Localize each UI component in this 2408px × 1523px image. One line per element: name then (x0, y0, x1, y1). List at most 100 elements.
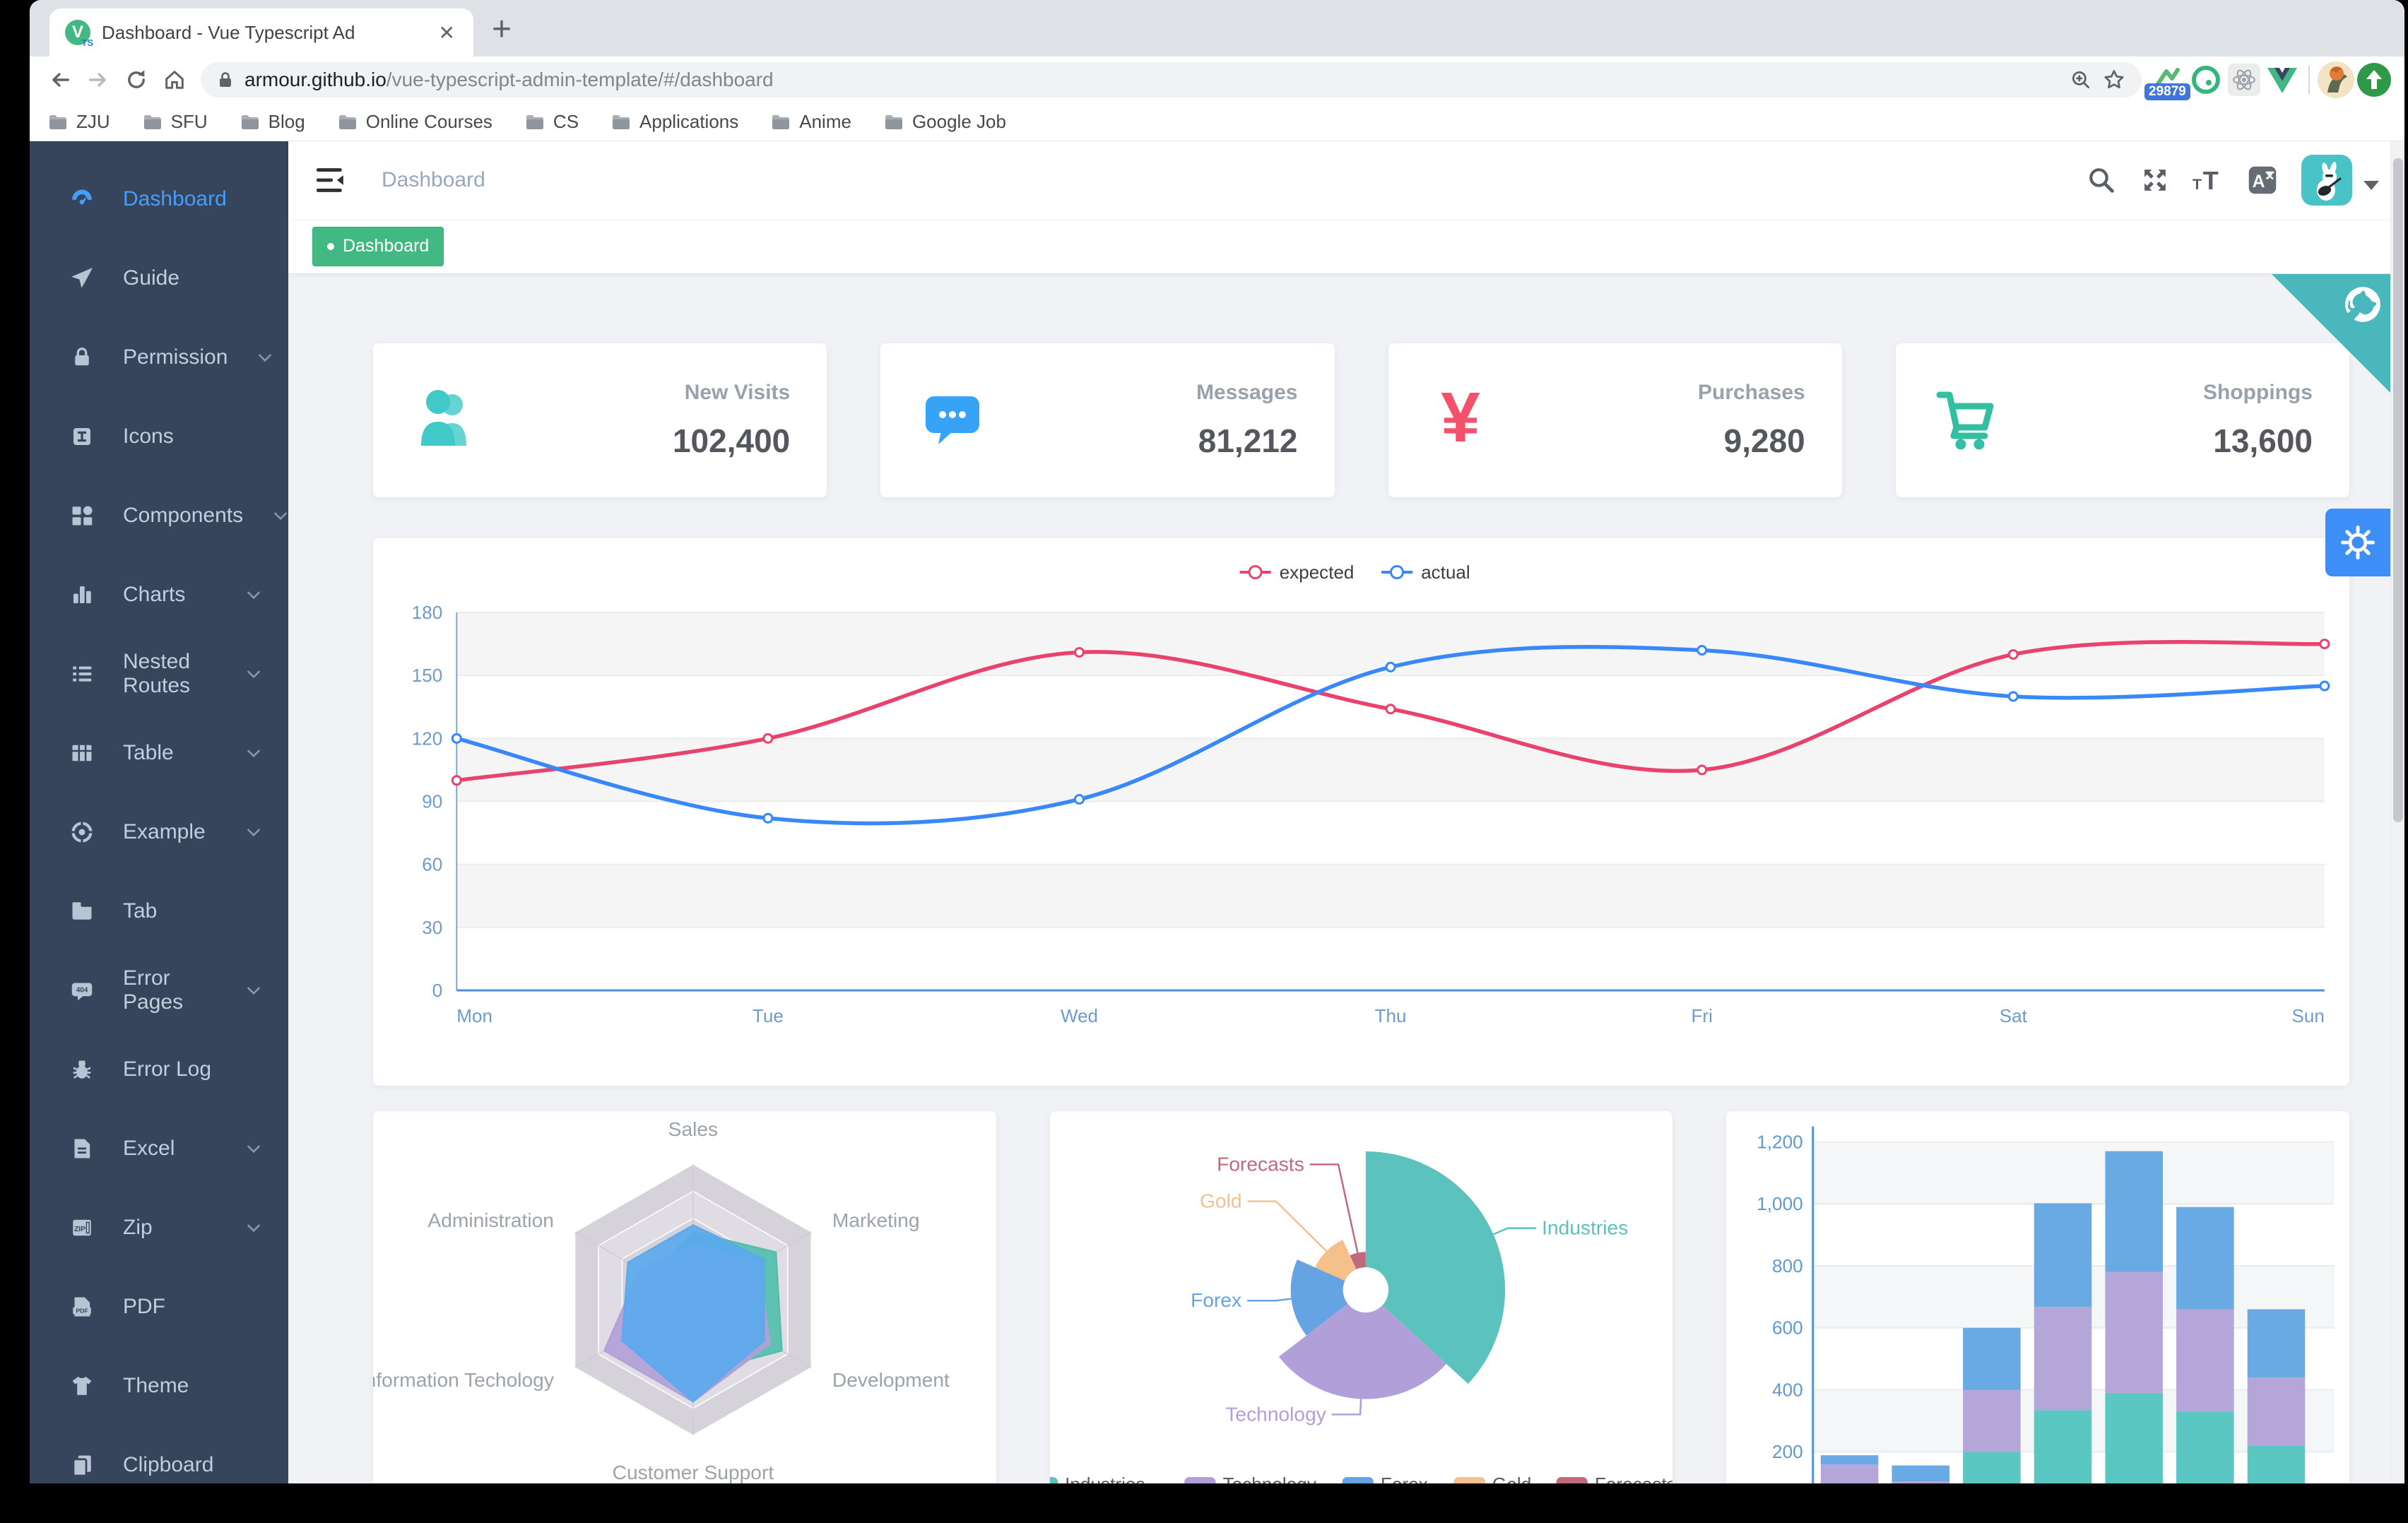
sidebar-item-example[interactable]: Example (30, 793, 288, 872)
sidebar-item-permission[interactable]: Permission (30, 318, 288, 397)
sidebar-item-pdf[interactable]: PDF PDF (30, 1267, 288, 1346)
bookmark-cs[interactable]: CS (525, 111, 579, 133)
sidebar-item-zip[interactable]: ZIP Zip (30, 1188, 288, 1267)
tab-close-icon[interactable]: ✕ (436, 21, 458, 45)
url-text: armour.github.io/vue-typescript-admin-te… (244, 69, 774, 90)
text-size-icon[interactable]: TT (2187, 158, 2231, 202)
sidebar-item-components[interactable]: Components (30, 476, 288, 555)
bookmark-zju[interactable]: ZJU (48, 111, 110, 133)
svg-text:Sales: Sales (668, 1118, 718, 1140)
zoom-icon[interactable] (2070, 69, 2092, 91)
sidebar-item-tab[interactable]: Tab (30, 872, 288, 951)
bookmark-google-job[interactable]: Google Job (884, 111, 1006, 133)
folder-icon (241, 114, 259, 129)
radar-chart[interactable]: Sales Administration Information Techology… (373, 1111, 996, 1483)
bar-segment (1891, 1465, 1950, 1482)
active-dot-icon (327, 242, 334, 250)
chevron-down-icon (244, 1139, 263, 1158)
money-icon: ¥ (1425, 378, 1496, 458)
legend-item-expected: expected (1239, 562, 1354, 583)
svg-text:90: 90 (422, 791, 442, 812)
sidebar-item-excel[interactable]: Excel (30, 1109, 288, 1188)
forward-button[interactable] (79, 61, 117, 99)
bar-chart[interactable]: 200 400 600 800 1,000 1,200 (1726, 1111, 2349, 1483)
url-bar[interactable]: armour.github.io/vue-typescript-admin-te… (201, 62, 2142, 97)
bookmark-anime[interactable]: Anime (771, 111, 851, 133)
gear-icon (2341, 526, 2375, 559)
svg-text:Industries: Industries (1065, 1474, 1145, 1483)
breadcrumb[interactable]: Dashboard (382, 168, 485, 192)
settings-button[interactable] (2325, 509, 2390, 576)
theme-icon (69, 1373, 95, 1399)
bar-segment (2105, 1392, 2164, 1483)
browser-tab[interactable]: V TS Dashboard - Vue Typescript Ad ✕ (49, 8, 473, 57)
browser-update-button[interactable] (2355, 61, 2393, 99)
extension-green-icon[interactable] (2187, 61, 2225, 99)
tab-title: Dashboard - Vue Typescript Ad (102, 21, 355, 43)
bookmark-online-courses[interactable]: Online Courses (338, 111, 492, 133)
extension-mail-icon[interactable]: 29879 (2144, 61, 2190, 100)
tag-dashboard[interactable]: Dashboard (312, 226, 444, 266)
extension-react-icon[interactable] (2225, 61, 2263, 99)
bookmark-sfu[interactable]: SFU (143, 111, 208, 133)
refresh-button[interactable] (117, 61, 155, 99)
bar-segment (1963, 1389, 2022, 1452)
svg-text:actual: actual (1421, 562, 1470, 583)
stat-card-purchases[interactable]: ¥ Purchases 9,280 (1388, 343, 1842, 497)
charts-icon (69, 582, 95, 608)
pie-chart[interactable]: Industries Technology Forex Gold Forecasts In… (1049, 1111, 1673, 1483)
github-corner-ribbon[interactable] (2272, 274, 2390, 393)
page-scrollbar[interactable] (2390, 141, 2404, 1483)
bookmark-applications[interactable]: Applications (611, 111, 738, 133)
chevron-down-icon (244, 744, 263, 762)
icons-icon (69, 424, 95, 449)
sidebar-item-error-log[interactable]: Error Log (30, 1030, 288, 1109)
bar-segment (2248, 1377, 2306, 1446)
sidebar-item-table[interactable]: Table (30, 713, 288, 793)
stat-card-new-visits[interactable]: New Visits 102,400 (373, 343, 827, 497)
line-chart[interactable]: 0 30 60 90 120 150 180 Mon Tue Wed Thu Fri Sat Sun exp… (373, 538, 2349, 1086)
app-navbar: Dashboard TT A (288, 141, 2404, 219)
stat-cards-row: New Visits 102,400 Messages 81,212 ¥ Purchase… (373, 343, 2349, 497)
zip-icon: ZIP (69, 1215, 95, 1240)
chevron-down-icon[interactable] (2363, 180, 2379, 190)
bookmark-blog[interactable]: Blog (240, 111, 305, 133)
stat-card-messages[interactable]: Messages 81,212 (880, 343, 1335, 497)
fullscreen-icon[interactable] (2133, 158, 2177, 202)
svg-text:150: 150 (412, 665, 442, 686)
extension-vue-icon[interactable] (2263, 61, 2301, 99)
main-area: Dashboard TT A Dashboard New Visits 102,… (288, 141, 2404, 1483)
search-icon[interactable] (2079, 158, 2123, 202)
sidebar-item-charts[interactable]: Charts (30, 555, 288, 634)
folder-icon (143, 114, 161, 129)
svg-text:180: 180 (412, 602, 442, 623)
translate-icon[interactable]: A (2241, 158, 2284, 202)
home-button[interactable] (155, 61, 194, 99)
svg-text:Gold: Gold (1492, 1474, 1531, 1483)
sidebar-item-guide[interactable]: Guide (30, 239, 288, 318)
sidebar-item-clipboard[interactable]: Clipboard (30, 1426, 288, 1483)
hamburger-button[interactable] (309, 158, 353, 202)
sidebar-item-nested-routes[interactable]: Nested Routes (30, 634, 288, 713)
bar-segment (1891, 1481, 1950, 1483)
svg-text:Tue: Tue (752, 1005, 784, 1026)
app-area: Dashboard Guide Permission Icons Components C… (30, 141, 2404, 1483)
sidebar-item-icons[interactable]: Icons (30, 397, 288, 476)
svg-text:404: 404 (76, 987, 88, 995)
user-avatar[interactable] (2301, 155, 2352, 206)
sidebar-item-theme[interactable]: Theme (30, 1346, 288, 1426)
svg-text:400: 400 (1772, 1380, 1803, 1401)
scrollbar-thumb[interactable] (2393, 158, 2403, 822)
new-tab-button[interactable]: + (492, 13, 512, 47)
stat-value: 13,600 (2213, 422, 2313, 459)
sidebar-item-label: Excel (123, 1137, 175, 1160)
bar-segment (2105, 1151, 2164, 1272)
bar-segment (2105, 1272, 2164, 1393)
profile-avatar[interactable] (2317, 61, 2355, 99)
lock-icon (69, 345, 95, 370)
back-button[interactable] (41, 61, 79, 99)
sidebar-item-dashboard[interactable]: Dashboard (30, 160, 288, 239)
sidebar-item-error-pages[interactable]: 404 Error Pages (30, 951, 288, 1030)
svg-text:Wed: Wed (1061, 1005, 1098, 1026)
bookmark-star-icon[interactable] (2102, 68, 2126, 92)
